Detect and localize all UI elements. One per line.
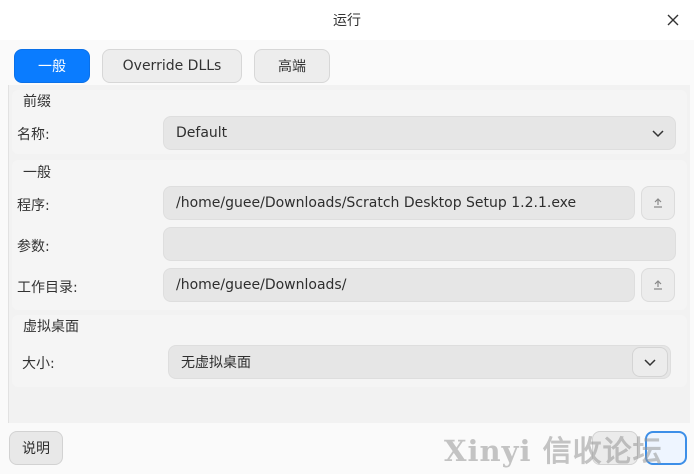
desktop-size-dropdown[interactable]: 无虚拟桌面 xyxy=(168,345,671,379)
desktop-size-value: 无虚拟桌面 xyxy=(181,355,251,371)
upload-icon xyxy=(654,198,662,208)
close-button[interactable] xyxy=(662,9,684,31)
workdir-field[interactable]: /home/guee/Downloads/ xyxy=(163,268,635,302)
tab-advanced[interactable]: 高端 xyxy=(254,49,330,83)
tab-general[interactable]: 一般 xyxy=(14,49,90,83)
general-section-title: 一般 xyxy=(23,165,51,181)
program-browse-button[interactable] xyxy=(641,186,675,220)
title-bar: 运行 xyxy=(0,0,694,40)
tab-override-dlls[interactable]: Override DLLs xyxy=(102,49,242,83)
desktop-size-expand[interactable] xyxy=(632,347,668,377)
prefix-name-dropdown[interactable]: Default xyxy=(163,116,676,150)
args-label: 参数: xyxy=(17,239,50,255)
tab-bar: 一般 Override DLLs 高端 xyxy=(14,49,330,83)
virtual-desktop-title: 虚拟桌面 xyxy=(23,319,79,335)
upload-icon xyxy=(654,280,662,290)
workdir-browse-button[interactable] xyxy=(641,268,675,302)
workdir-value: /home/guee/Downloads/ xyxy=(176,277,347,293)
name-label: 名称: xyxy=(17,127,50,143)
window-title: 运行 xyxy=(333,13,361,29)
watermark: Xinyi 信收论坛 xyxy=(444,434,663,468)
program-value: /home/guee/Downloads/Scratch Desktop Set… xyxy=(176,195,577,211)
program-label: 程序: xyxy=(17,198,50,214)
close-icon xyxy=(667,14,679,26)
workdir-label: 工作目录: xyxy=(17,280,78,296)
help-button[interactable]: 说明 xyxy=(9,431,63,465)
prefix-section-title: 前缀 xyxy=(23,94,51,110)
size-label: 大小: xyxy=(22,356,55,372)
chevron-down-icon xyxy=(652,130,664,138)
args-field[interactable] xyxy=(163,227,676,261)
program-field[interactable]: /home/guee/Downloads/Scratch Desktop Set… xyxy=(163,186,635,220)
prefix-name-value: Default xyxy=(176,125,228,141)
chevron-down-icon xyxy=(644,359,656,367)
